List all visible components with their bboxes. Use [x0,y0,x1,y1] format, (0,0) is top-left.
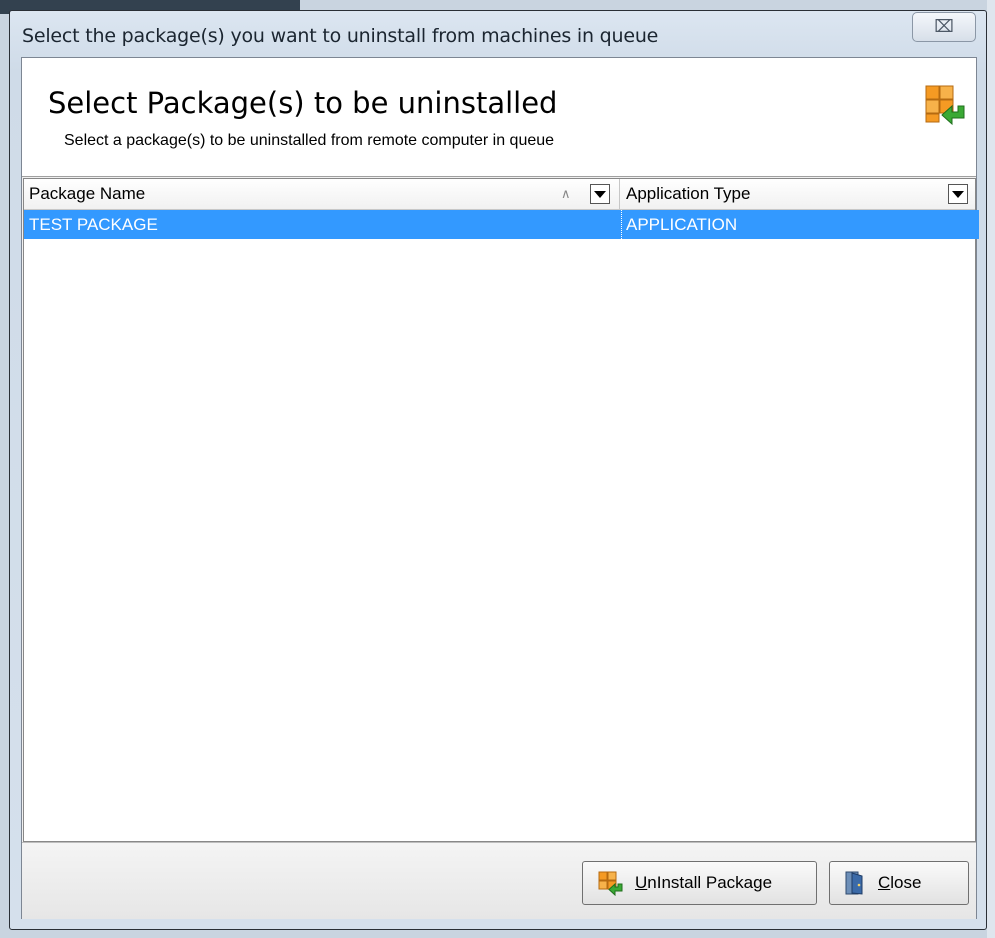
column-label: Application Type [626,184,751,203]
uninstall-dialog: Select the package(s) you want to uninst… [9,10,987,930]
column-header-package-name[interactable]: Package Name ∧ [24,179,620,209]
dialog-header: Select Package(s) to be uninstalled Sele… [22,58,976,177]
header-title: Select Package(s) to be uninstalled [48,86,558,120]
close-button-label: Close [878,873,922,892]
package-uninstall-icon [925,85,965,126]
window-title: Select the package(s) you want to uninst… [22,25,659,47]
dialog-client-area: Select Package(s) to be uninstalled Sele… [21,57,979,919]
header-subtitle: Select a package(s) to be uninstalled fr… [64,132,555,149]
uninstall-button-label: UnInstall Package [635,873,773,892]
table-row[interactable]: TEST PACKAGE APPLICATION [24,210,979,239]
column-label: Package Name [29,184,146,203]
uninstall-package-button[interactable]: UnInstall Package [582,861,817,905]
cell-application-type: APPLICATION [621,210,737,239]
filter-dropdown-icon[interactable] [590,184,610,204]
package-uninstall-icon [598,871,623,896]
sort-ascending-icon: ∧ [561,186,571,201]
dialog-footer: UnInstall Package Close [22,842,976,919]
filter-dropdown-icon[interactable] [948,184,968,204]
close-icon: ⌧ [934,17,954,37]
background-desktop-edge [987,0,995,938]
close-button[interactable]: Close [829,861,969,905]
door-exit-icon [845,871,863,895]
cell-package-name: TEST PACKAGE [29,214,158,234]
package-grid[interactable]: Package Name ∧ Application Type TEST PAC… [23,178,979,842]
grid-header: Package Name ∧ Application Type [24,179,975,210]
title-bar[interactable]: Select the package(s) you want to uninst… [10,11,986,57]
column-header-application-type[interactable]: Application Type [620,179,977,209]
window-close-button[interactable]: ⌧ [912,12,976,42]
